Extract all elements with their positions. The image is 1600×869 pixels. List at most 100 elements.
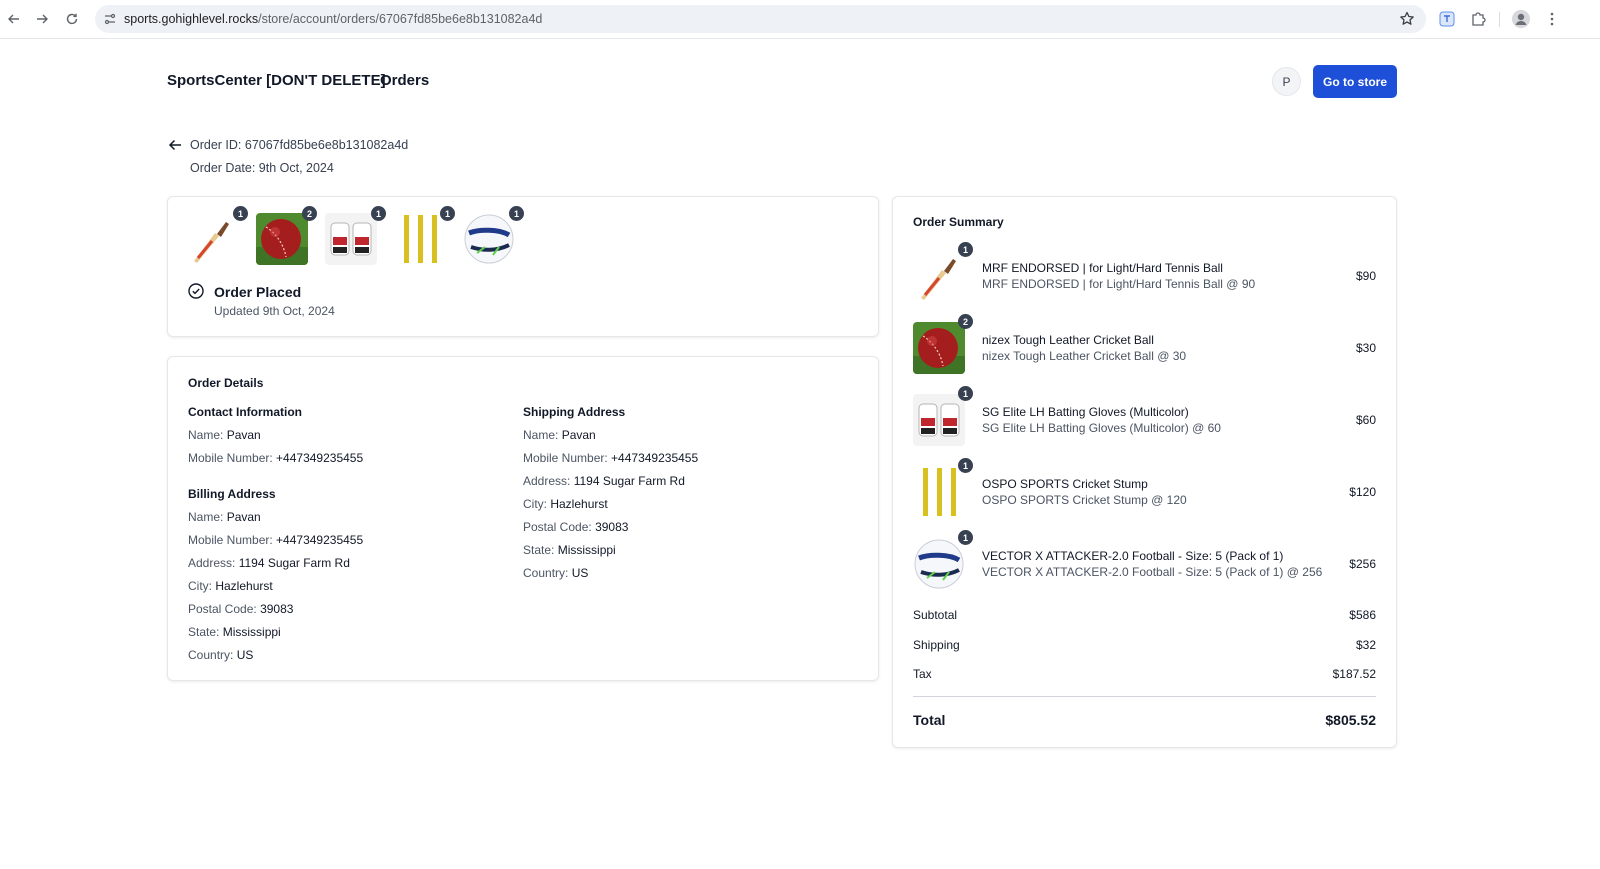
reload-icon[interactable] [61, 8, 83, 30]
label: Mobile Number: [188, 533, 273, 547]
quantity-badge: 1 [958, 386, 973, 401]
tax-label: Tax [913, 667, 932, 681]
quantity-badge: 2 [958, 314, 973, 329]
billing-country-row: Country: US [188, 648, 253, 662]
batting-gloves-thumbnail [913, 394, 965, 446]
quantity-badge: 1 [440, 206, 455, 221]
back-arrow-icon[interactable] [168, 138, 182, 152]
subtotal-label: Subtotal [913, 608, 958, 622]
value: +447349235455 [276, 533, 364, 547]
shipping-address-heading: Shipping Address [523, 405, 626, 419]
url-text: sports.gohighlevel.rocks/store/account/o… [124, 12, 542, 26]
value: Hazlehurst [550, 497, 608, 511]
value: 1194 Sugar Farm Rd [573, 474, 685, 488]
value: Pavan [226, 510, 261, 524]
bookmark-star-icon[interactable] [1398, 10, 1416, 28]
order-date: Order Date: 9th Oct, 2024 [190, 161, 334, 175]
order-status-updated: Updated 9th Oct, 2024 [214, 304, 335, 318]
cricket-bat-thumbnail [186, 213, 238, 265]
quantity-badge: 1 [958, 242, 973, 257]
value: Pavan [561, 428, 596, 442]
site-settings-icon[interactable] [102, 11, 118, 27]
football-thumbnail [913, 538, 965, 590]
shipping-country-row: Country: US [523, 566, 588, 580]
order-status-card: 1 2 1 1 1 Order Placed Updated 9th Oct, … [167, 196, 879, 337]
shipping-name-row: Name: Pavan [523, 428, 596, 442]
value: US [236, 648, 254, 662]
value: Pavan [226, 428, 261, 442]
label: Name: [188, 510, 224, 524]
label: Name: [523, 428, 559, 442]
browser-menu-icon[interactable] [1542, 9, 1562, 29]
url-host: sports.gohighlevel.rocks [124, 12, 259, 26]
subtotal-value: $586 [1349, 608, 1376, 622]
cricket-ball-thumbnail [913, 322, 965, 374]
label: Mobile Number: [523, 451, 608, 465]
label: Postal Code: [188, 602, 257, 616]
cricket-stump-thumbnail [913, 466, 965, 518]
back-nav-icon[interactable] [3, 8, 25, 30]
toolbar-divider [1499, 12, 1500, 27]
value: Hazlehurst [215, 579, 273, 593]
value: Mississippi [557, 543, 616, 557]
billing-state-row: State: Mississippi [188, 625, 281, 639]
order-summary-card: Order Summary 1 MRF ENDORSED | for Light… [892, 196, 1397, 748]
item-unit-price: nizex Tough Leather Cricket Ball @ 30 [982, 349, 1187, 363]
quantity-badge: 2 [302, 206, 317, 221]
forward-nav-icon[interactable] [31, 8, 53, 30]
item-unit-price: SG Elite LH Batting Gloves (Multicolor) … [982, 421, 1221, 435]
orders-nav-link[interactable]: Orders [380, 72, 429, 89]
item-name: VECTOR X ATTACKER-2.0 Football - Size: 5… [982, 549, 1284, 563]
contact-info-heading: Contact Information [188, 405, 302, 419]
quantity-badge: 1 [233, 206, 248, 221]
label: Address: [188, 556, 236, 570]
item-price: $256 [1349, 557, 1376, 571]
label: City: [523, 497, 547, 511]
contact-name-row: Name: Pavan [188, 428, 261, 442]
shipping-mobile-row: Mobile Number: +447349235455 [523, 451, 698, 465]
value: 39083 [260, 602, 294, 616]
billing-postal-row: Postal Code: 39083 [188, 602, 293, 616]
item-price: $90 [1355, 269, 1376, 283]
total-value: $805.52 [1325, 712, 1376, 728]
batting-gloves-thumbnail [325, 213, 377, 265]
shipping-state-row: State: Mississippi [523, 543, 616, 557]
total-divider [913, 696, 1376, 697]
browser-toolbar: sports.gohighlevel.rocks/store/account/o… [0, 0, 1600, 39]
cricket-stump-thumbnail [394, 213, 446, 265]
billing-address-heading: Billing Address [188, 487, 276, 501]
quantity-badge: 1 [958, 530, 973, 545]
url-path: /store/account/orders/67067fd85be6e8b131… [258, 12, 543, 26]
value: 39083 [595, 520, 629, 534]
order-summary-title: Order Summary [913, 215, 1004, 229]
item-name: SG Elite LH Batting Gloves (Multicolor) [982, 405, 1189, 419]
quantity-badge: 1 [958, 458, 973, 473]
order-id: Order ID: 67067fd85be6e8b131082a4d [190, 138, 409, 152]
order-details-card: Order Details Contact Information Name: … [167, 356, 879, 681]
quantity-badge: 1 [371, 206, 386, 221]
go-to-store-button[interactable]: Go to store [1313, 65, 1397, 98]
store-brand[interactable]: SportsCenter [DON'T DELETE] [167, 72, 386, 89]
billing-city-row: City: Hazlehurst [188, 579, 273, 593]
value: Mississippi [222, 625, 281, 639]
value: US [571, 566, 589, 580]
address-bar[interactable]: sports.gohighlevel.rocks/store/account/o… [95, 5, 1426, 33]
shipping-value: $32 [1355, 638, 1376, 652]
quantity-badge: 1 [509, 206, 524, 221]
extensions-puzzle-icon[interactable] [1468, 9, 1488, 29]
label: Address: [523, 474, 571, 488]
cricket-ball-thumbnail [256, 213, 308, 265]
item-unit-price: OSPO SPORTS Cricket Stump @ 120 [982, 493, 1187, 507]
tax-value: $187.52 [1332, 667, 1376, 681]
profile-avatar-icon[interactable] [1511, 9, 1531, 29]
label: State: [523, 543, 555, 557]
order-details-title: Order Details [188, 376, 264, 390]
translate-extension-icon[interactable] [1437, 9, 1457, 29]
billing-name-row: Name: Pavan [188, 510, 261, 524]
check-circle-icon [188, 283, 204, 299]
value: +447349235455 [611, 451, 699, 465]
billing-mobile-row: Mobile Number: +447349235455 [188, 533, 363, 547]
label: Country: [523, 566, 569, 580]
total-label: Total [913, 712, 946, 728]
user-avatar[interactable]: P [1272, 67, 1301, 96]
